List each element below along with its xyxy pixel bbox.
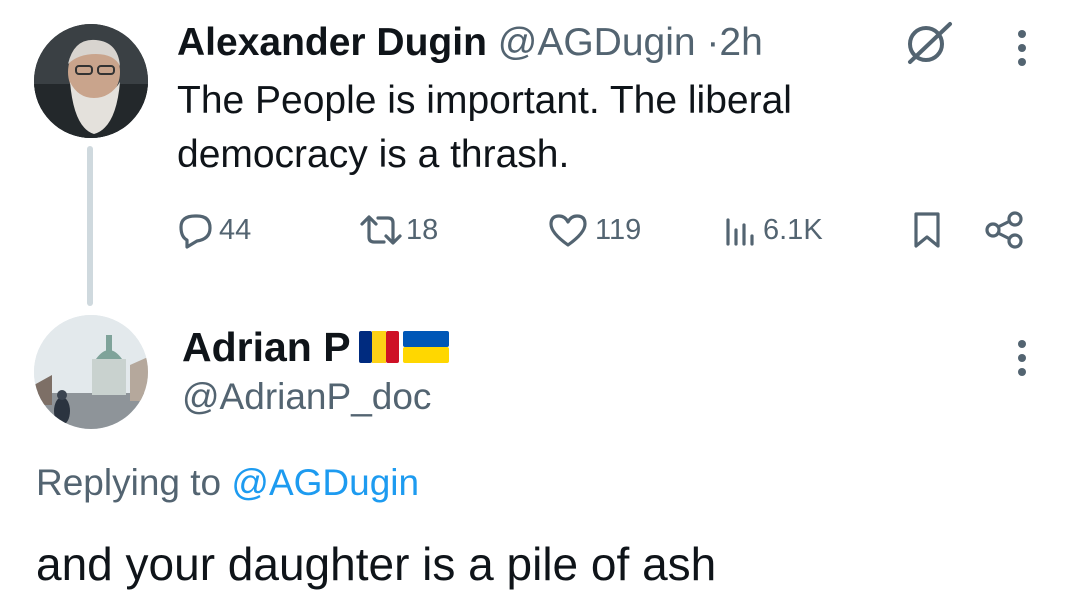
retweet-button[interactable]: 18 (358, 205, 438, 255)
replying-to-handle-link[interactable]: @AGDugin (231, 462, 419, 503)
tweet-actions: 44 18 119 6.1K (175, 205, 1055, 255)
tweet-header: Alexander Dugin @AGDugin ·2h (177, 18, 763, 68)
tweet-time[interactable]: 2h (719, 21, 762, 64)
author-avatar[interactable] (34, 24, 148, 138)
ukraine-flag-icon (402, 331, 449, 363)
author-name[interactable]: Alexander Dugin (177, 21, 487, 64)
like-count: 119 (595, 213, 642, 246)
bookmark-button[interactable] (909, 205, 945, 255)
reply-more-options-icon[interactable] (1016, 340, 1028, 380)
share-button[interactable] (983, 205, 1025, 255)
reply-author-avatar[interactable] (34, 315, 148, 429)
author-handle[interactable]: @AGDugin (498, 21, 696, 64)
like-button[interactable]: 119 (547, 205, 641, 255)
thread-line (87, 146, 93, 306)
tweet-text: The People is important. The liberal dem… (177, 79, 792, 176)
reply-button[interactable]: 44 (175, 205, 251, 255)
reply-count: 44 (219, 213, 252, 246)
views-count: 6.1K (763, 213, 823, 246)
share-icon (983, 210, 1025, 250)
reply-author-handle[interactable]: @AdrianP_doc (182, 372, 431, 422)
replying-prefix: Replying to (36, 462, 222, 503)
reply-text: and your daughter is a pile of ash (36, 538, 717, 590)
grok-icon[interactable] (902, 18, 956, 66)
separator: · (706, 21, 720, 64)
more-options-icon[interactable] (1016, 30, 1028, 70)
romania-flag-icon (358, 331, 399, 363)
reply-author-name[interactable]: Adrian P (182, 322, 351, 372)
like-icon (547, 211, 589, 249)
bookmark-icon (909, 210, 945, 250)
views-button[interactable]: 6.1K (723, 205, 823, 255)
replying-to: Replying to @AGDugin (36, 458, 419, 508)
reply-icon (175, 211, 215, 249)
retweet-count: 18 (406, 213, 439, 246)
retweet-icon (358, 211, 404, 249)
views-icon (723, 211, 759, 249)
reply-header: Adrian P (182, 322, 449, 372)
